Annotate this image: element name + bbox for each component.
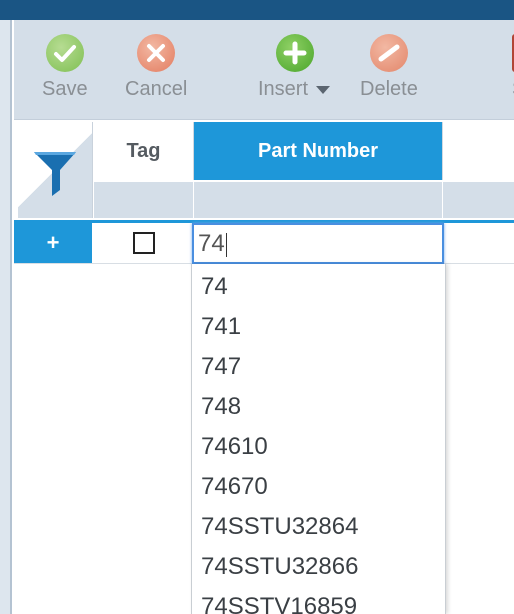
x-circle-icon — [137, 34, 176, 72]
cancel-label: Cancel — [125, 78, 188, 100]
column-header-tag[interactable]: Tag — [94, 122, 194, 180]
column-header-next[interactable] — [442, 122, 514, 180]
text-cursor — [225, 232, 227, 257]
dropdown-item[interactable]: 74 — [192, 264, 445, 304]
dropdown-item[interactable]: 74SSTU32866 — [192, 544, 445, 584]
funnel-icon — [34, 152, 76, 196]
filter-toggle[interactable] — [18, 122, 93, 218]
new-row: + 74 — [14, 223, 514, 264]
column-divider — [193, 182, 194, 218]
save-button[interactable]: Save — [42, 34, 88, 101]
toolbar: Save Cancel Insert Delete Se — [14, 20, 514, 120]
plus-circle-icon — [276, 34, 314, 72]
column-divider — [442, 182, 443, 218]
check-circle-icon — [45, 34, 84, 72]
grid-header: Tag Part Number — [14, 120, 514, 222]
autocomplete-dropdown: 74 741 747 748 74610 74670 74SSTU32864 7… — [191, 264, 446, 614]
minus-circle-icon — [369, 34, 408, 72]
dropdown-item[interactable]: 741 — [192, 304, 445, 344]
column-header-part-number[interactable]: Part Number — [194, 122, 442, 180]
chevron-down-icon[interactable] — [316, 85, 331, 94]
add-row-button[interactable]: + — [14, 223, 92, 263]
insert-button[interactable]: Insert — [258, 34, 331, 101]
part-number-value: 74 — [198, 230, 225, 257]
dropdown-item[interactable]: 74SSTV16859 — [192, 584, 445, 614]
tag-checkbox[interactable] — [133, 232, 155, 254]
cancel-button[interactable]: Cancel — [125, 34, 187, 101]
dropdown-item[interactable]: 74SSTU32864 — [192, 504, 445, 544]
dropdown-item[interactable]: 74670 — [192, 464, 445, 504]
column-filter-row — [94, 182, 514, 218]
window-title-bar — [0, 0, 514, 20]
left-panel-edge — [0, 20, 12, 614]
part-number-input[interactable]: 74 — [192, 223, 444, 264]
dropdown-item[interactable]: 748 — [192, 384, 445, 424]
save-label: Save — [42, 78, 88, 100]
dropdown-item[interactable]: 74610 — [192, 424, 445, 464]
insert-label: Insert — [258, 78, 309, 100]
delete-button[interactable]: Delete — [360, 34, 418, 101]
dropdown-item[interactable]: 747 — [192, 344, 445, 384]
delete-label: Delete — [360, 78, 418, 100]
